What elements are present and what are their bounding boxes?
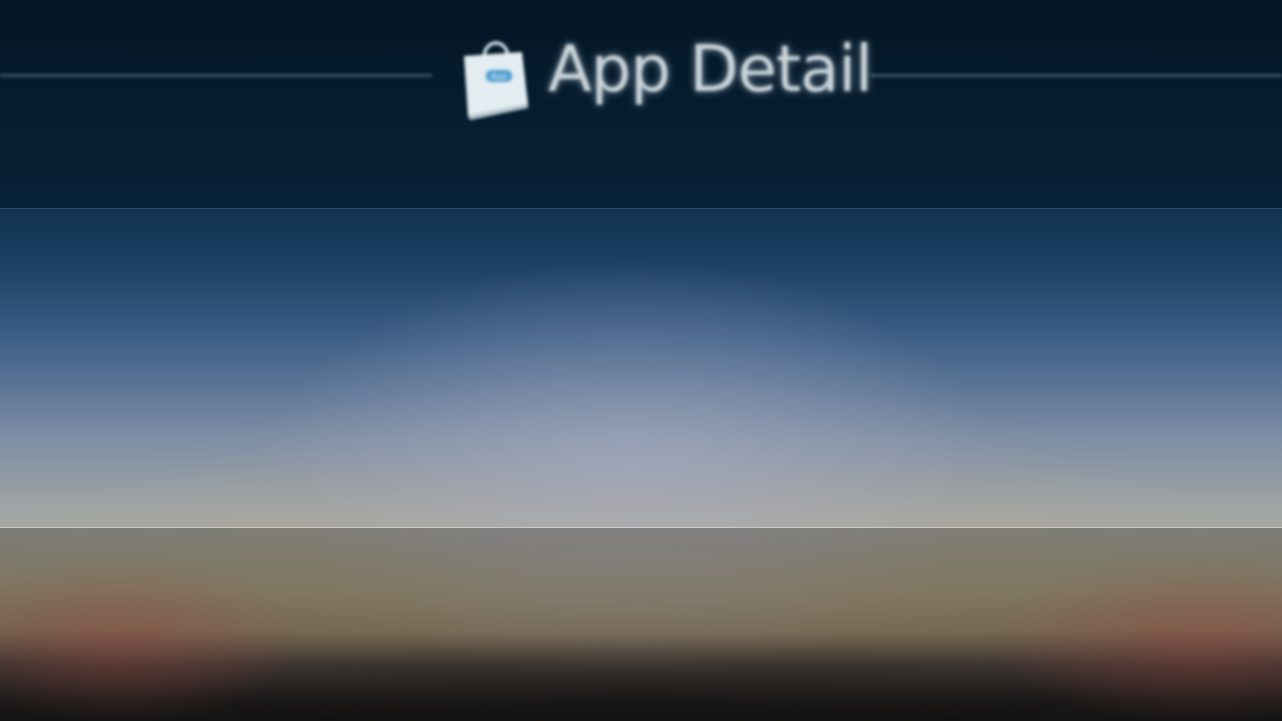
icon-badge-text: App <box>491 72 507 81</box>
page-header: App App Detail <box>0 0 1282 160</box>
app-detail-screen: App App Detail <box>0 0 1282 721</box>
shopping-bag-icon: App <box>464 41 528 120</box>
header-rule-left <box>0 74 432 77</box>
lower-divider <box>0 527 1282 528</box>
bottom-panel <box>0 528 1282 721</box>
page-title: App Detail <box>548 33 873 107</box>
header-rule-right <box>870 74 1282 77</box>
upper-divider <box>0 208 1282 209</box>
